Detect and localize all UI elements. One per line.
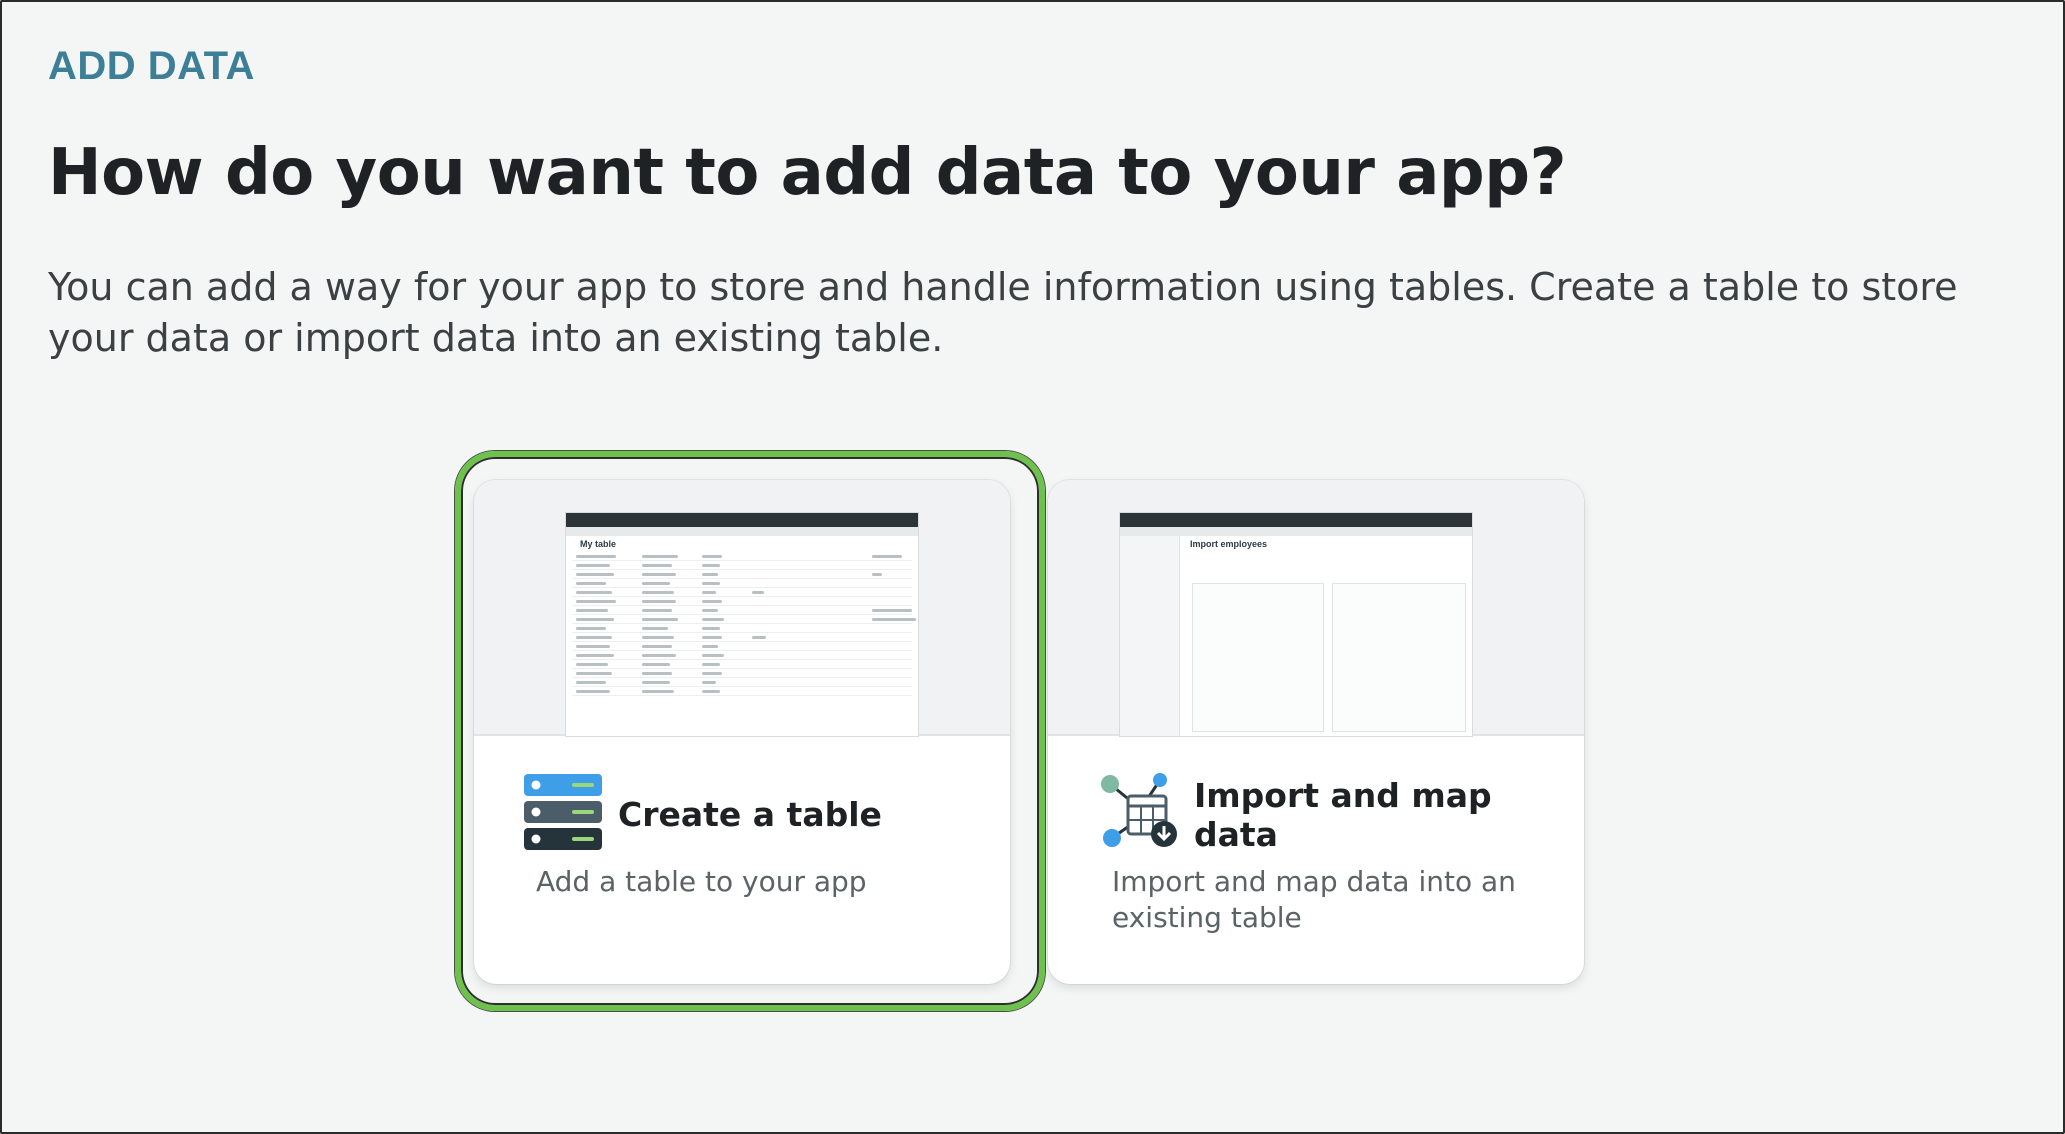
import-map-option[interactable]: Import employees Import and map data Imp…	[1048, 480, 1584, 984]
table-preview-image: My table	[566, 513, 918, 736]
create-table-option[interactable]: My table Create a table Add a table to y…	[474, 480, 1010, 984]
page-description: You can add a way for your app to store …	[48, 265, 1958, 360]
create-table-description: Add a table to your app	[536, 865, 867, 898]
import-map-icon	[1098, 772, 1180, 857]
create-table-title: Create a table	[618, 795, 882, 834]
section-eyebrow: ADD DATA	[48, 44, 255, 88]
create-table-body: Create a table Add a table to your app	[474, 736, 1010, 984]
create-table-thumbnail: My table	[474, 480, 1010, 736]
thumbnail-title: My table	[580, 539, 617, 549]
import-map-title: Import and map data	[1194, 775, 1492, 854]
page-title: How do you want to add data to your app?	[48, 136, 1567, 210]
server-stack-icon	[522, 772, 604, 857]
import-preview-image: Import employees	[1120, 513, 1472, 736]
import-map-description: Import and map data into an existing tab…	[1112, 865, 1516, 934]
import-map-body: Import and map data Import and map data …	[1048, 736, 1584, 984]
import-map-thumbnail: Import employees	[1048, 480, 1584, 736]
